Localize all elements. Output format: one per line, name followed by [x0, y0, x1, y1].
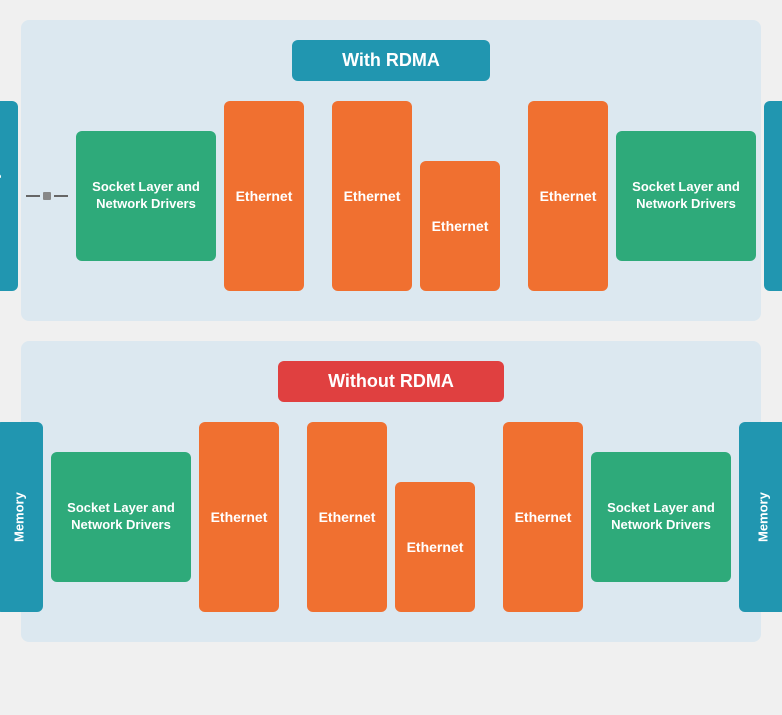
- arrow-line: [26, 195, 40, 197]
- left-ethernet-no-rdma: Ethernet: [199, 422, 279, 612]
- left-ethernet-rdma: Ethernet: [224, 101, 304, 291]
- left-socket-rdma: Socket Layer and Network Drivers: [76, 131, 216, 261]
- right-socket-no-rdma: Socket Layer and Network Drivers: [591, 452, 731, 582]
- middle-ethernet-right-rdma: Ethernet: [420, 161, 500, 291]
- with-rdma-section: With RDMA Memory Socket Layer and Networ…: [21, 20, 761, 321]
- arrow-line2: [54, 195, 68, 197]
- left-memory-rdma: Memory: [0, 101, 18, 291]
- left-memory-no-rdma: Memory: [0, 422, 43, 612]
- middle-ethernet-left-rdma: Ethernet: [332, 101, 412, 291]
- connector-rdma: [26, 192, 68, 200]
- small-square: [43, 192, 51, 200]
- with-rdma-title: With RDMA: [292, 40, 490, 81]
- without-rdma-section: Without RDMA Memory Socket Layer and Net…: [21, 341, 761, 642]
- right-group-no-rdma: Memory Socket Layer and Network Drivers …: [503, 422, 782, 612]
- middle-ethernets-rdma: Ethernet Ethernet: [332, 101, 500, 291]
- with-rdma-nodes: Memory Socket Layer and Network Drivers …: [41, 101, 741, 291]
- left-socket-no-rdma: Socket Layer and Network Drivers: [51, 452, 191, 582]
- middle-ethernets-no-rdma: Ethernet Ethernet: [307, 422, 475, 612]
- right-memory-no-rdma: Memory: [739, 422, 782, 612]
- without-rdma-title: Without RDMA: [278, 361, 504, 402]
- middle-ethernet-right-no-rdma: Ethernet: [395, 482, 475, 612]
- middle-ethernet-left-no-rdma: Ethernet: [307, 422, 387, 612]
- right-ethernet-rdma: Ethernet: [528, 101, 608, 291]
- without-rdma-nodes: Memory Socket Layer and Network Drivers …: [41, 422, 741, 612]
- left-group-no-rdma: Memory Socket Layer and Network Drivers …: [0, 422, 279, 612]
- right-memory-rdma: Memory: [764, 101, 782, 291]
- right-ethernet-no-rdma: Ethernet: [503, 422, 583, 612]
- left-group-rdma: Memory Socket Layer and Network Drivers …: [0, 101, 304, 291]
- right-group-rdma: Memory Socket Layer and Network Drivers …: [528, 101, 782, 291]
- right-socket-rdma: Socket Layer and Network Drivers: [616, 131, 756, 261]
